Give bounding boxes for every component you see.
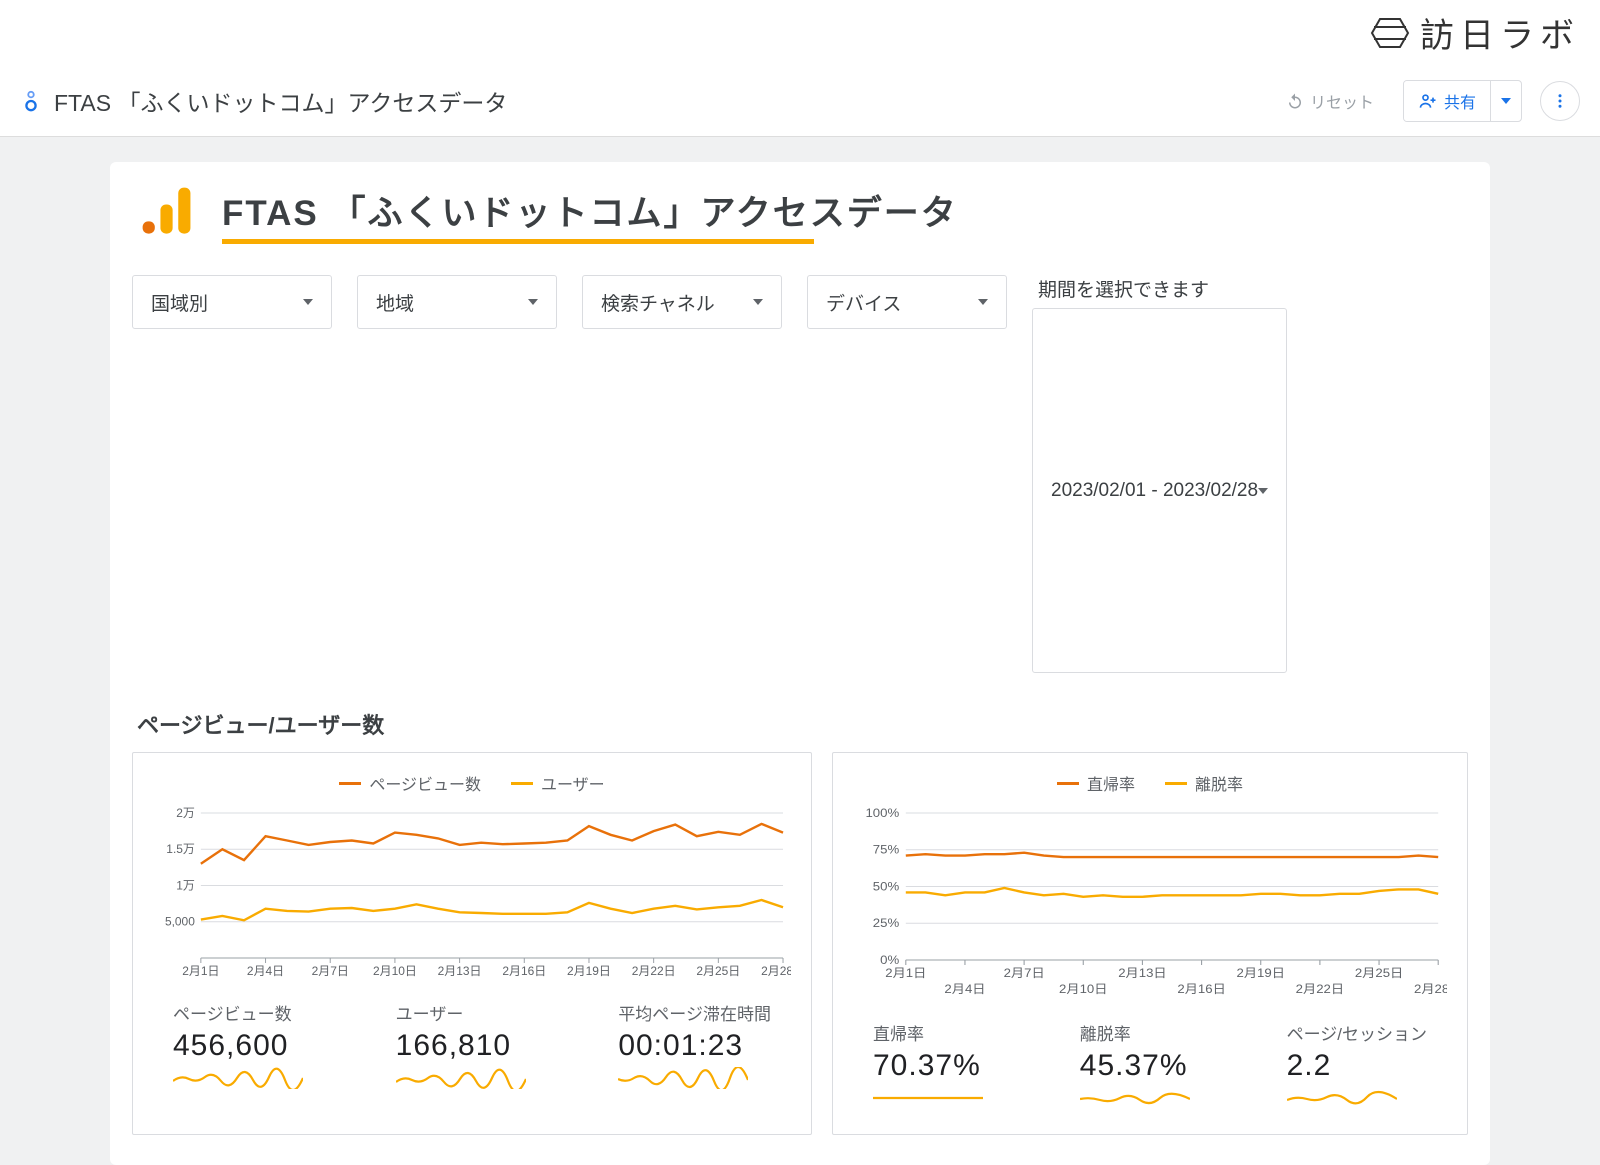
app-header: FTAS 「ふくいドットコム」アクセスデータ リセット 共有 xyxy=(0,65,1600,137)
svg-text:2月4日: 2月4日 xyxy=(247,964,284,978)
date-hint-label: 期間を選択できます xyxy=(1038,275,1209,302)
chevron-down-icon xyxy=(978,299,988,305)
title-underline xyxy=(222,239,814,244)
svg-text:2月13日: 2月13日 xyxy=(1118,967,1166,980)
share-button-group: 共有 xyxy=(1403,80,1522,122)
legend-right: 直帰率 離脱率 xyxy=(853,771,1447,795)
legend-swatch-icon xyxy=(511,782,533,785)
legend-swatch-icon xyxy=(1165,782,1187,785)
stat-users: ユーザー 166,810 xyxy=(396,1000,526,1094)
svg-text:2月16日: 2月16日 xyxy=(1177,983,1225,996)
stat-pageviews: ページビュー数 456,600 xyxy=(173,1000,303,1094)
share-dropdown-button[interactable] xyxy=(1490,81,1521,121)
share-button[interactable]: 共有 xyxy=(1404,81,1490,121)
svg-text:2月10日: 2月10日 xyxy=(373,964,417,978)
brand-hexagon-icon xyxy=(1370,13,1410,53)
reset-button[interactable]: リセット xyxy=(1275,82,1385,120)
stat-avg-time: 平均ページ滞在時間 00:01:23 xyxy=(618,1000,771,1094)
sparkline-icon xyxy=(173,1067,303,1094)
rate-panel: 直帰率 離脱率 0% 25% 50% 75% 100% 2月1日 2月4日 2月7日 2月10日… xyxy=(832,752,1468,1135)
chevron-down-icon xyxy=(303,299,313,305)
svg-text:2月19日: 2月19日 xyxy=(1237,967,1285,980)
svg-text:2月1日: 2月1日 xyxy=(885,967,926,980)
legend-swatch-icon xyxy=(1057,782,1079,785)
report-canvas: FTAS 「ふくいドットコム」アクセスデータ 国域別 地域 検索チャネル デバイ… xyxy=(110,162,1490,1165)
stat-pps: ページ/セッション 2.2 xyxy=(1287,1020,1427,1114)
svg-text:1.5万: 1.5万 xyxy=(166,842,195,856)
filter-country[interactable]: 国域別 xyxy=(132,275,332,329)
svg-text:2月19日: 2月19日 xyxy=(567,964,611,978)
chevron-down-icon xyxy=(1501,98,1511,104)
sparkline-icon xyxy=(1287,1087,1427,1114)
svg-text:0%: 0% xyxy=(880,954,899,967)
undo-icon xyxy=(1286,92,1304,110)
sparkline-icon xyxy=(1080,1087,1190,1114)
svg-text:2月28日: 2月28日 xyxy=(1414,983,1447,996)
pageview-user-panel: ページビュー数 ユーザー 5,000 1万 1.5万 2万 2月1日 2月4日 2月7日 2月… xyxy=(132,752,812,1135)
google-analytics-icon xyxy=(137,182,197,247)
svg-text:2月1日: 2月1日 xyxy=(182,964,219,978)
looker-studio-icon xyxy=(20,90,42,112)
svg-text:2月22日: 2月22日 xyxy=(632,964,676,978)
sparkline-icon xyxy=(396,1067,526,1094)
report-title: FTAS 「ふくいドットコム」アクセスデータ xyxy=(222,185,958,236)
brand-logo: 訪日ラボ xyxy=(1370,8,1580,57)
brand-text: 訪日ラボ xyxy=(1420,8,1580,57)
svg-text:2月4日: 2月4日 xyxy=(944,983,985,996)
svg-text:75%: 75% xyxy=(873,843,899,856)
svg-text:50%: 50% xyxy=(873,880,899,893)
stat-exit: 離脱率 45.37% xyxy=(1080,1020,1190,1114)
svg-text:2月25日: 2月25日 xyxy=(696,964,740,978)
svg-text:5,000: 5,000 xyxy=(165,915,195,929)
filter-region[interactable]: 地域 xyxy=(357,275,557,329)
legend-left: ページビュー数 ユーザー xyxy=(153,771,791,795)
filter-channel[interactable]: 検索チャネル xyxy=(582,275,782,329)
stat-bounce: 直帰率 70.37% xyxy=(873,1020,983,1114)
svg-text:1万: 1万 xyxy=(176,878,195,892)
svg-text:2万: 2万 xyxy=(176,806,195,820)
page-title: FTAS 「ふくいドットコム」アクセスデータ xyxy=(54,84,507,118)
person-add-icon xyxy=(1418,91,1438,111)
svg-text:2月28日: 2月28日 xyxy=(761,964,791,978)
filter-device[interactable]: デバイス xyxy=(807,275,1007,329)
svg-text:2月13日: 2月13日 xyxy=(438,964,482,978)
chevron-down-icon xyxy=(1258,488,1268,494)
svg-text:2月7日: 2月7日 xyxy=(1004,967,1045,980)
svg-text:2月22日: 2月22日 xyxy=(1296,983,1344,996)
top-brand-bar: 訪日ラボ xyxy=(0,0,1600,65)
svg-text:2月7日: 2月7日 xyxy=(312,964,349,978)
chevron-down-icon xyxy=(528,299,538,305)
svg-text:2月25日: 2月25日 xyxy=(1355,967,1403,980)
sparkline-icon xyxy=(873,1087,983,1114)
section-title: ページビュー/ユーザー数 xyxy=(137,708,1468,740)
legend-swatch-icon xyxy=(339,782,361,785)
svg-text:2月10日: 2月10日 xyxy=(1059,983,1107,996)
rate-chart: 0% 25% 50% 75% 100% 2月1日 2月4日 2月7日 2月10日 2月13日 2月1… xyxy=(853,805,1447,1000)
more-options-button[interactable] xyxy=(1540,81,1580,121)
svg-text:25%: 25% xyxy=(873,917,899,930)
pageview-chart: 5,000 1万 1.5万 2万 2月1日 2月4日 2月7日 2月10日 2月13日 2月16日… xyxy=(153,805,791,980)
date-range-picker[interactable]: 2023/02/01 - 2023/02/28 xyxy=(1032,308,1287,673)
chevron-down-icon xyxy=(753,299,763,305)
more-vert-icon xyxy=(1551,92,1569,110)
svg-text:100%: 100% xyxy=(865,807,899,820)
sparkline-icon xyxy=(618,1067,771,1094)
svg-text:2月16日: 2月16日 xyxy=(502,964,546,978)
